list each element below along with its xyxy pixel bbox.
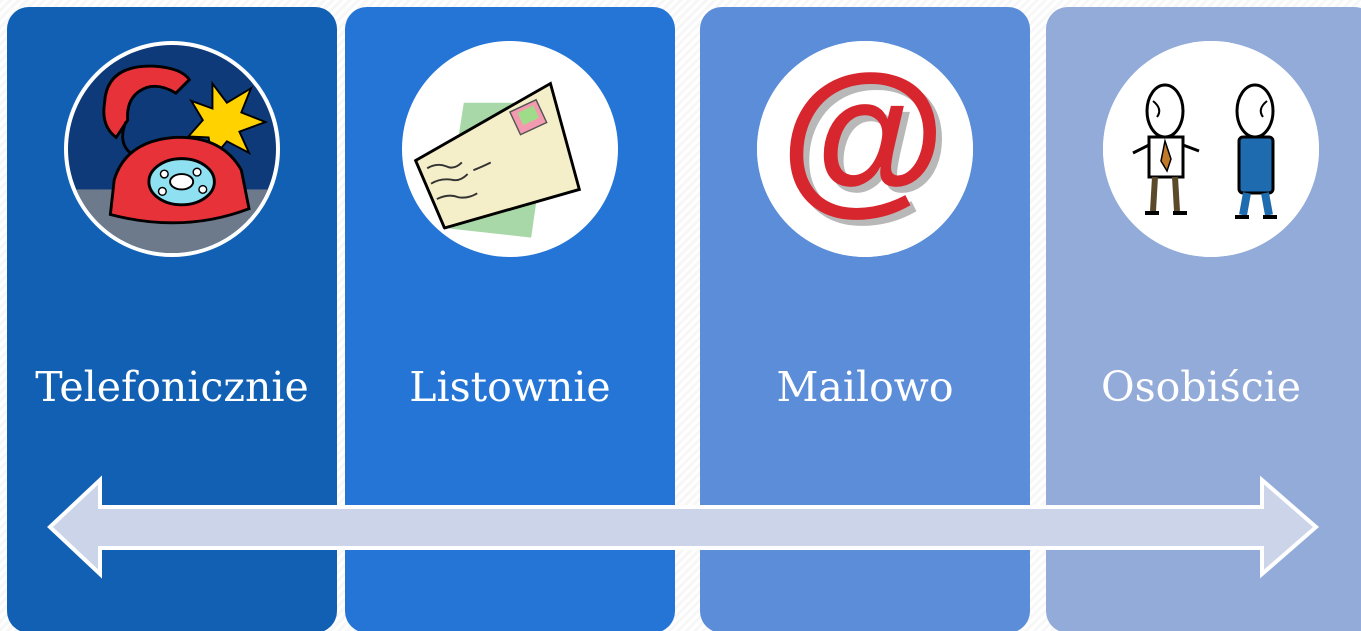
channel-label-phone: Telefonicznie [35,363,309,411]
letter-icon [402,41,618,257]
telephone-icon [64,41,280,257]
channel-label-letter: Listownie [409,363,611,411]
at-sign-icon: @ @ [757,41,973,257]
people-talking-icon [1103,41,1319,257]
double-headed-arrow [47,475,1320,579]
svg-text:@: @ [780,41,946,230]
diagram-canvas: Telefonicznie Listownie @ @ Mailowo Osob… [0,0,1361,631]
channel-label-email: Mailowo [776,363,954,411]
channel-label-in-person: Osobiście [1100,363,1302,411]
